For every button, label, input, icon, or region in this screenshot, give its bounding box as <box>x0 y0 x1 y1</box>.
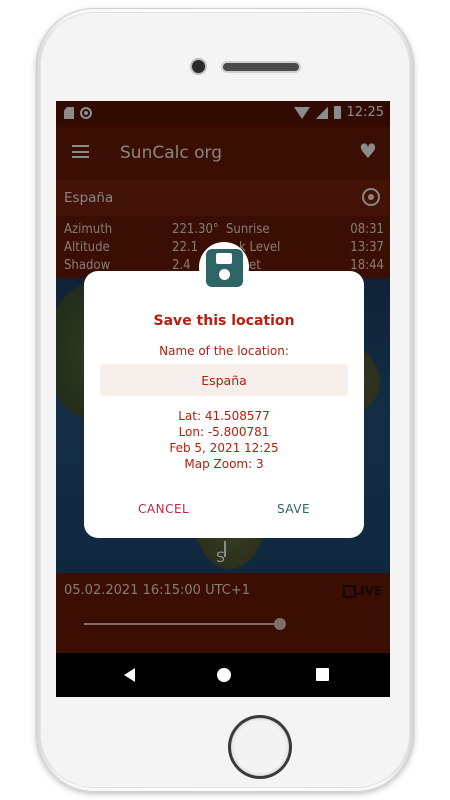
recent-apps-icon[interactable] <box>316 668 329 681</box>
map-zoom-text: Map Zoom: 3 <box>184 457 264 471</box>
floppy-disk-icon <box>206 249 243 287</box>
home-icon[interactable] <box>217 668 231 682</box>
location-name-input[interactable] <box>100 364 348 396</box>
front-camera <box>192 60 205 73</box>
earpiece-speaker <box>223 63 299 71</box>
dialog-title: Save this location <box>153 313 295 329</box>
location-name-label: Name of the location: <box>159 344 289 358</box>
app-screen: 12:25 SunCalc org ♥ España Azimuth 221.3… <box>56 101 390 697</box>
android-nav-bar <box>56 653 390 697</box>
latitude-text: Lat: 41.508577 <box>178 409 270 423</box>
home-hardware-button[interactable] <box>231 718 289 776</box>
date-text: Feb 5, 2021 12:25 <box>169 441 279 455</box>
back-icon[interactable] <box>124 668 135 682</box>
save-location-dialog: Save this location Name of the location:… <box>84 271 364 538</box>
cancel-button[interactable]: CANCEL <box>138 502 189 516</box>
save-button[interactable]: SAVE <box>277 502 310 516</box>
longitude-text: Lon: -5.800781 <box>178 425 270 439</box>
